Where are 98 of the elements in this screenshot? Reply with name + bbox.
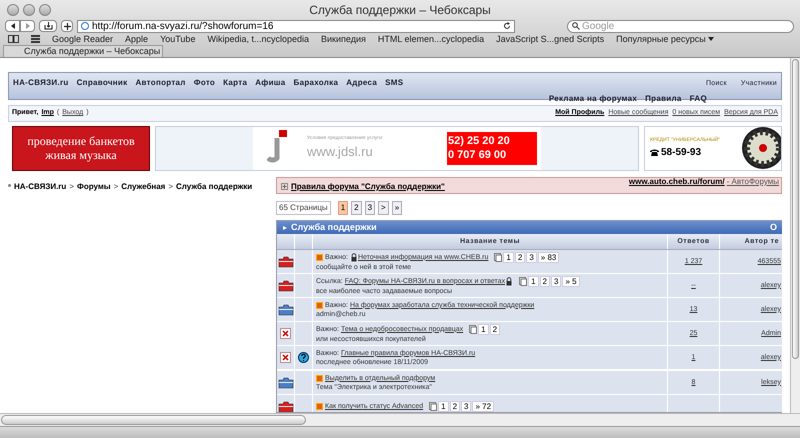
ad-link[interactable]: - АвтоФорумы bbox=[726, 176, 779, 188]
globe-icon bbox=[81, 22, 89, 30]
reload-icon[interactable] bbox=[503, 22, 511, 30]
page-link[interactable]: 3 bbox=[461, 401, 472, 412]
page-link[interactable]: 3 bbox=[550, 276, 562, 287]
rules-link[interactable]: Правила форума "Служба поддержки" bbox=[291, 180, 445, 193]
lock-icon bbox=[350, 252, 357, 262]
banner-ad[interactable]: проведение банкетов живая музыка bbox=[12, 126, 150, 171]
nav-link[interactable]: Карта bbox=[223, 77, 248, 99]
window-control[interactable] bbox=[39, 4, 51, 16]
horizontal-scrollbar[interactable] bbox=[0, 413, 800, 426]
triangle-icon bbox=[282, 224, 288, 231]
pages-icon bbox=[494, 252, 502, 262]
page-button[interactable]: 1 bbox=[338, 200, 348, 215]
page-link[interactable]: 3 bbox=[526, 252, 537, 263]
nav-link[interactable]: Справочник bbox=[76, 77, 128, 99]
bookmark-link[interactable]: Википедия bbox=[321, 34, 366, 45]
nav-link[interactable]: FAQ bbox=[690, 92, 707, 104]
nav-link[interactable]: Правила bbox=[645, 92, 682, 104]
pages-icon bbox=[469, 324, 478, 334]
vertical-scrollbar[interactable] bbox=[790, 58, 800, 413]
nav-link[interactable]: НА-СВЯЗИ.ru bbox=[13, 77, 69, 99]
breadcrumb-separator: > bbox=[114, 180, 118, 193]
bullet-icon bbox=[8, 184, 11, 187]
cross-icon bbox=[280, 328, 291, 340]
bookmark-link[interactable]: HTML elemen...cyclopedia bbox=[378, 34, 484, 45]
folder-icon bbox=[278, 400, 294, 412]
breadcrumb-separator: > bbox=[168, 180, 174, 193]
dartboard-icon bbox=[741, 126, 781, 170]
banner-text: живая музыка bbox=[45, 148, 117, 162]
bookmark-link[interactable]: Google Reader bbox=[52, 34, 114, 45]
bookmark-link[interactable]: YouTube bbox=[160, 34, 196, 45]
page-link[interactable]: 2 bbox=[490, 324, 500, 335]
right-arrow-icon bbox=[24, 23, 30, 30]
phone-icon bbox=[650, 148, 659, 156]
nav-link[interactable]: Адреса bbox=[346, 77, 378, 99]
new-tab-button[interactable] bbox=[61, 20, 73, 32]
window-title: Служба поддержки – Чебоксары bbox=[309, 2, 491, 19]
nav-link[interactable]: SMS bbox=[385, 77, 404, 99]
bookmark-link[interactable]: Популярные ресурсы bbox=[616, 34, 706, 45]
page-link[interactable]: 2 bbox=[514, 252, 526, 263]
page-link[interactable]: 1 bbox=[528, 276, 539, 287]
nav-link[interactable]: Афиша bbox=[255, 77, 286, 99]
breadcrumb-link[interactable]: Служба поддержки bbox=[176, 180, 252, 193]
breadcrumb-link[interactable]: НА-СВЯЗИ.ru bbox=[14, 180, 66, 193]
question-icon bbox=[298, 352, 309, 364]
page-count: 65 Страницы bbox=[276, 200, 331, 215]
page-button[interactable]: » bbox=[392, 200, 402, 215]
page-button[interactable]: 3 bbox=[364, 200, 376, 215]
page-link[interactable]: » 72 bbox=[472, 401, 494, 412]
phone-banner: 52) 25 20 20 0 707 69 00 bbox=[447, 132, 537, 165]
cross-icon bbox=[280, 352, 291, 364]
banner-text: www.jdsl.ru bbox=[307, 143, 374, 162]
page-link[interactable]: 1 bbox=[503, 252, 514, 263]
tray-arrow-icon bbox=[44, 22, 52, 30]
nav-link[interactable]: Реклама на форумах bbox=[548, 92, 638, 104]
ad-link[interactable]: www.auto.cheb.ru/forum/ bbox=[628, 176, 725, 188]
plus-icon bbox=[64, 22, 70, 30]
banner-text: 58-59-93 bbox=[661, 146, 702, 160]
left-arrow-icon bbox=[10, 23, 16, 30]
bookmark-link[interactable]: Wikipedia, t...ncyclopedia bbox=[207, 34, 310, 45]
forum-header-text: О bbox=[770, 220, 777, 234]
page-link[interactable]: 1 bbox=[438, 401, 449, 412]
pages-icon bbox=[519, 276, 528, 286]
book-icon[interactable] bbox=[8, 35, 19, 44]
page-button[interactable]: > bbox=[378, 200, 389, 215]
folder-icon bbox=[278, 304, 294, 316]
folder-icon bbox=[278, 376, 294, 389]
window-control[interactable] bbox=[23, 4, 35, 16]
page-link[interactable]: » 5 bbox=[562, 276, 580, 287]
forum-title: Служба поддержки bbox=[291, 220, 377, 234]
page-link[interactable]: 1 bbox=[478, 324, 489, 335]
bookmark-add-button[interactable] bbox=[39, 20, 57, 32]
nav-link[interactable]: Автопортал bbox=[135, 77, 186, 99]
bookmark-link[interactable]: Apple bbox=[125, 34, 148, 45]
address-field[interactable]: http://forum.na-svyazi.ru/?showforum=16 bbox=[77, 20, 515, 33]
nav-link[interactable]: Барахолка bbox=[294, 77, 338, 99]
expand-icon[interactable] bbox=[281, 183, 288, 190]
bookmark-link[interactable]: JavaScript S...gned Scripts bbox=[496, 34, 604, 45]
folder-icon bbox=[278, 280, 294, 292]
back-button[interactable] bbox=[5, 20, 20, 32]
page-link[interactable]: 2 bbox=[450, 401, 460, 412]
folder-icon bbox=[278, 256, 294, 268]
breadcrumb-separator: > bbox=[69, 180, 74, 193]
pages-icon bbox=[429, 402, 438, 412]
browser-tab[interactable]: Служба поддержки – Чебоксары bbox=[3, 45, 163, 57]
search-icon bbox=[572, 22, 580, 30]
caret-icon bbox=[708, 36, 714, 42]
banner-text: проведение банкетов bbox=[27, 134, 135, 148]
nav-link[interactable]: Фото bbox=[194, 77, 216, 99]
window-control[interactable] bbox=[7, 4, 19, 16]
breadcrumb-link[interactable]: Служебная bbox=[121, 180, 166, 193]
lock-icon bbox=[506, 276, 512, 286]
grid-icon[interactable] bbox=[31, 35, 40, 44]
page-button[interactable]: 2 bbox=[351, 200, 362, 215]
page-link[interactable]: » 83 bbox=[538, 252, 560, 263]
breadcrumb-link[interactable]: Форумы bbox=[76, 180, 111, 193]
page-link[interactable]: 2 bbox=[540, 276, 550, 287]
